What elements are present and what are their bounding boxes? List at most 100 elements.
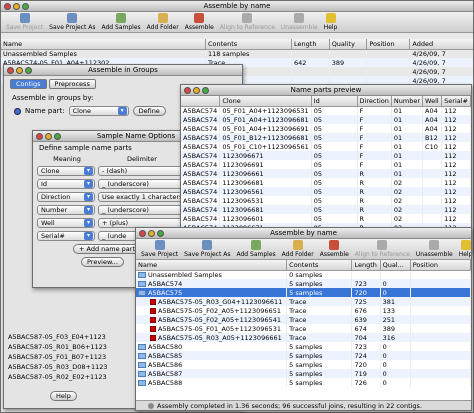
meaning-select[interactable]: Direction [37,191,95,202]
column-header[interactable]: Clone [219,96,312,107]
folder-icon [138,361,146,368]
table-row[interactable]: A5BAC574 05_F01_A04+1123096531 05 F 01 A04 112 [181,106,471,115]
column-header[interactable]: Position [366,39,411,50]
cell: A5BAC574 [181,142,221,151]
cell-name: A5BAC575-05_F02_A05+1123096541 [136,315,288,324]
contig-row[interactable]: A5BAC575-05_R03_G04+1123096611 Trace 725 38… [136,297,471,306]
toolbar-label: Add Samples [101,24,141,31]
add-name-part-button[interactable]: + Add name part [73,244,141,254]
folder-icon [138,280,146,287]
list-item[interactable]: A5BAC587-05_F03_E04+1123 [8,333,108,343]
column-header[interactable]: Added [409,39,473,50]
column-header[interactable]: Id [311,96,358,107]
list-item[interactable]: A5BAC587-05_R01_B06+1123 [8,343,108,353]
toolbar-button-add-samples[interactable]: Add Samples [233,240,278,258]
cell-position [410,351,471,360]
column-header[interactable]: Number [391,96,424,107]
preview-button[interactable]: Preview... [81,257,124,267]
contig-row[interactable]: A5BAC586 5 samples 720 0 [136,360,471,369]
toolbar-button-add-samples[interactable]: Add Samples [98,13,143,31]
cell-length: 674 [351,324,381,333]
toolbar-button-unassemble[interactable]: Unassemble [413,240,456,258]
contig-row[interactable]: A5BAC575 5 samples 720 0 [136,288,471,297]
list-item[interactable]: A5BAC587-05_R02_E02+1123 [8,373,108,383]
toolbar-button-add-folder[interactable]: Add Folder [279,240,317,258]
column-header[interactable]: Contents [205,39,293,50]
name-part-radio[interactable] [14,107,21,115]
meaning-select[interactable]: Number [37,204,95,215]
column-header[interactable]: Serial# [441,96,471,107]
contig-row[interactable]: A5BAC574 5 samples 723 0 [136,279,471,288]
column-header[interactable]: Contents [286,260,353,271]
help-button[interactable]: Help [50,391,77,401]
meaning-select[interactable]: Serial# [37,230,95,241]
toolbar-button-save-as[interactable]: Save Project As [46,13,98,31]
contig-row[interactable]: A5BAC587 5 samples 719 0 [136,369,471,378]
cell-quality [380,270,411,279]
front-title-bar[interactable]: Assemble by name [136,228,471,239]
column-header[interactable]: Name [136,260,288,271]
table-row[interactable]: A5BAC574 1123096681 05 R 02 112 [181,205,471,214]
meaning-select[interactable]: Clone [37,165,95,176]
table-row[interactable]: A5BAC574 05_F01_A04+1123096681 05 F 01 A04 112 [181,115,471,124]
tab-contigs[interactable]: Contigs [10,79,47,89]
toolbar-button-help[interactable]: Help [456,240,471,258]
save-icon [19,13,30,23]
column-header[interactable]: Name [1,39,206,50]
contig-row[interactable]: Unassembled Samples 0 samples [136,270,471,279]
list-item[interactable]: A5BAC587-05_R03_D08+1123 [8,363,108,373]
toolbar-button-save[interactable]: Save Project [138,240,181,258]
table-row[interactable]: A5BAC574 1123096691 05 F 01 112 [181,160,471,169]
cell-quality: 0 [380,360,411,369]
contig-row[interactable]: A5BAC575-05_F02_A05+1123096541 Trace 639 25… [136,315,471,324]
table-row[interactable]: A5BAC574112309656105R02 112 [181,187,471,196]
column-header[interactable]: Position [410,260,471,271]
contig-row[interactable]: A5BAC588 5 samples 726 0 [136,378,471,387]
define-button[interactable]: Define [132,106,166,116]
main-title: Assemble by name [203,2,271,10]
table-row[interactable]: A5BAC574 1123096661 05 R 01 112 [181,169,471,178]
cell-name: A5BAC580 [136,342,288,351]
table-row[interactable]: Unassembled Samples 118 samples 4/26/09, 7 [1,49,473,58]
cell [422,169,443,178]
contig-row[interactable]: A5BAC580 5 samples 723 0 [136,342,471,351]
contig-row[interactable]: A5BAC575-05_F01_A05+1123096531 Trace 674 38… [136,324,471,333]
cell-length: 719 [351,369,381,378]
preview-title-bar[interactable]: Name parts preview [181,85,471,96]
cell: 02 [391,214,424,223]
cell: 05_F01_C10+1123096561 [219,142,312,151]
toolbar-button-assemble[interactable]: Assemble [182,13,217,31]
column-header[interactable]: Well [422,96,443,107]
table-row[interactable]: A5BAC574 05_F01_C10+1123096561 05 F 01 C10 112 [181,142,471,151]
contig-row[interactable]: A5BAC575-05_R03_A05+1123096661 Trace 704 31… [136,333,471,342]
table-row[interactable]: A5BAC574 1123096681 05 R 02 112 [181,178,471,187]
contig-row[interactable]: A5BAC585 5 samples 724 0 [136,351,471,360]
table-row[interactable]: A5BAC574 05_F01_A04+1123096691 05 F 01 A04 112 [181,124,471,133]
save-icon [154,240,165,250]
column-header[interactable]: Quality [329,39,368,50]
column-header[interactable]: Length [351,260,381,271]
toolbar-button-add-folder[interactable]: Add Folder [144,13,182,31]
list-item[interactable]: A5BAC587-05_F01_B07+1123 [8,353,108,363]
toolbar-button-assemble[interactable]: Assemble [317,240,352,258]
table-row[interactable]: A5BAC574 1123096531 05 R 02 112 [181,196,471,205]
groups-title-bar[interactable]: Assemble in Groups [4,65,242,76]
meaning-select[interactable]: Well [37,217,95,228]
column-header[interactable]: Qual... [380,260,411,271]
cell: F [357,133,392,142]
main-title-bar[interactable]: Assemble by name [1,1,473,12]
table-row[interactable]: A5BAC574 1123096601 05 R 02 112 [181,214,471,223]
folder-icon [138,271,146,278]
name-part-select[interactable]: Clone [68,106,129,116]
table-row[interactable]: A5BAC574 05_F01_B12+1123096681 05 F 01 B12 112 [181,133,471,142]
contig-row[interactable]: A5BAC575-05_F02_A05+1123096651 Trace 676 13… [136,306,471,315]
column-header[interactable]: Length [291,39,330,50]
toolbar-button-save-as[interactable]: Save Project As [181,240,233,258]
tab-preprocess[interactable]: Preprocess [48,79,96,89]
meaning-select[interactable]: Id [37,178,95,189]
column-header[interactable]: Direction [357,96,392,107]
cell-contents: 5 samples [286,378,353,387]
table-row[interactable]: A5BAC574 1123096671 05 F 01 112 [181,151,471,160]
cell-name: A5BAC575-05_F01_A05+1123096531 [136,324,288,333]
toolbar-button-help[interactable]: Help [321,13,341,31]
